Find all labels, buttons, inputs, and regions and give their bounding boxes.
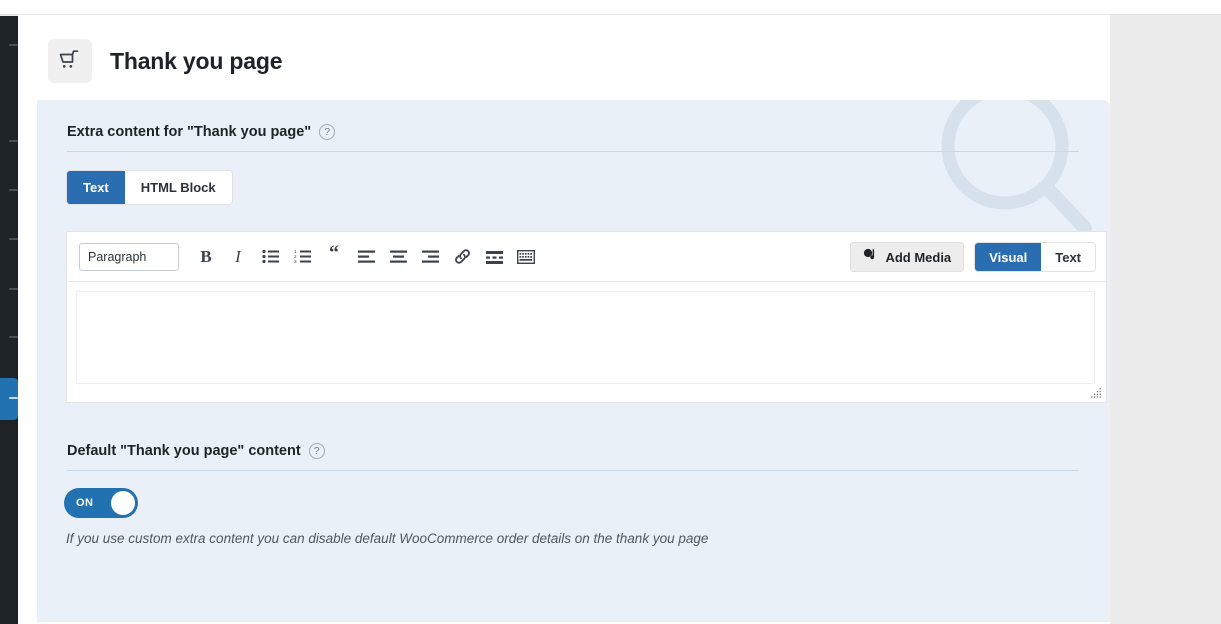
- screen-root: Thank you page Extra content for "Thank …: [0, 0, 1221, 624]
- link-icon[interactable]: [449, 244, 475, 270]
- sidebar-icon-hint: [9, 44, 18, 46]
- main-content: Thank you page Extra content for "Thank …: [18, 15, 1110, 624]
- add-media-button[interactable]: Add Media: [850, 242, 965, 272]
- sidebar-icon-hint: [9, 397, 18, 399]
- help-icon[interactable]: ?: [319, 124, 336, 140]
- sidebar-icon-hint: [9, 336, 18, 338]
- toggle-knob: [111, 491, 135, 515]
- add-media-label: Add Media: [885, 249, 952, 265]
- extra-content-title-text: Extra content for "Thank you page": [67, 124, 312, 140]
- bold-icon[interactable]: B: [193, 244, 219, 270]
- sidebar-item-active[interactable]: [0, 378, 18, 420]
- page-header: Thank you page: [48, 39, 282, 83]
- toggle-state-label: ON: [76, 497, 94, 509]
- wp-admin-bar: [0, 0, 1221, 15]
- sidebar-icon-hint: [9, 238, 18, 240]
- content-type-option-html-block[interactable]: HTML Block: [124, 171, 232, 204]
- sidebar-icon-hint: [9, 140, 18, 142]
- align-right-icon[interactable]: [417, 244, 443, 270]
- paragraph-format-select[interactable]: Paragraph: [79, 242, 179, 271]
- content-type-option-text[interactable]: Text: [67, 171, 125, 204]
- svg-text:3: 3: [294, 259, 297, 264]
- paragraph-format-value: Paragraph: [88, 249, 147, 264]
- content-type-switcher[interactable]: Text HTML Block: [66, 170, 233, 205]
- editor-mode-text[interactable]: Text: [1041, 243, 1095, 271]
- editor-toolbar: Paragraph B I 1 2 3 “ Add Media Visual T…: [67, 232, 1106, 282]
- default-content-title-text: Default "Thank you page" content: [67, 443, 301, 459]
- shopping-cart-icon: [48, 39, 92, 83]
- bulleted-list-icon[interactable]: [257, 244, 283, 270]
- toolbar-toggle-icon[interactable]: [513, 244, 539, 270]
- sidebar-icon-hint: [9, 189, 18, 191]
- editor-toolbar-right: Add Media Visual Text: [850, 242, 1096, 272]
- default-content-helper-text: If you use custom extra content you can …: [66, 531, 709, 546]
- editor-mode-switcher[interactable]: Visual Text: [974, 242, 1096, 272]
- align-left-icon[interactable]: [353, 244, 379, 270]
- help-icon[interactable]: ?: [308, 443, 325, 459]
- media-icon: [863, 248, 878, 266]
- blockquote-icon[interactable]: “: [321, 243, 347, 270]
- extra-content-section-title: Extra content for "Thank you page" ?: [67, 124, 336, 140]
- default-content-toggle[interactable]: ON: [64, 488, 138, 518]
- page-title: Thank you page: [110, 47, 283, 74]
- section-divider: [67, 470, 1079, 471]
- align-center-icon[interactable]: [385, 244, 411, 270]
- read-more-icon[interactable]: [481, 244, 507, 270]
- editor-resize-handle[interactable]: [1091, 388, 1102, 399]
- numbered-list-icon[interactable]: 1 2 3: [289, 244, 315, 270]
- section-divider: [67, 151, 1079, 152]
- editor-content-area[interactable]: [76, 291, 1095, 384]
- editor-mode-visual[interactable]: Visual: [975, 243, 1042, 271]
- wysiwyg-editor: Paragraph B I 1 2 3 “ Add Media Visual T…: [66, 231, 1107, 403]
- sidebar-icon-hint: [9, 288, 18, 290]
- italic-icon[interactable]: I: [225, 244, 251, 270]
- wp-admin-sidebar[interactable]: [0, 16, 18, 624]
- default-content-section-title: Default "Thank you page" content ?: [67, 443, 325, 459]
